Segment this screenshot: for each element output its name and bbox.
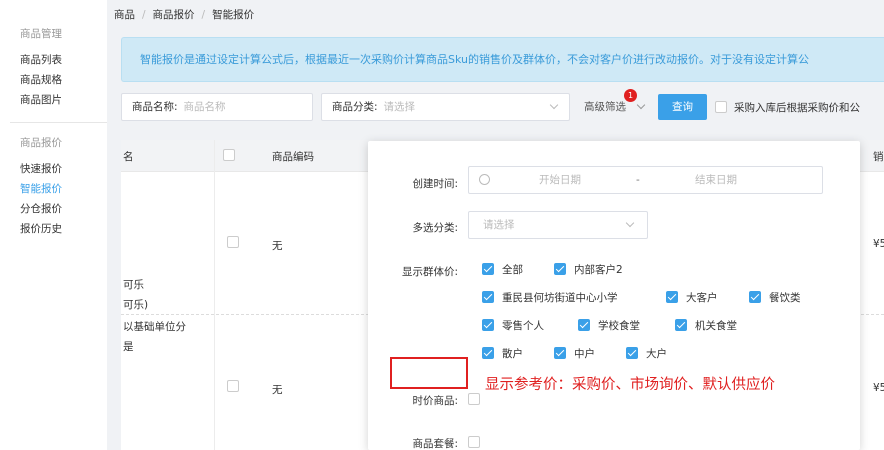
row-checkbox[interactable] <box>227 380 239 392</box>
row-checkbox[interactable] <box>227 236 239 248</box>
sidebar: 商品管理 商品列表 商品规格 商品图片 商品报价 快速报价 智能报价 分仓报价 … <box>0 0 107 450</box>
date-range-picker[interactable]: 开始日期 - 结束日期 <box>468 166 823 194</box>
row-1-name-line: 可乐) <box>123 299 149 311</box>
sidebar-divider <box>10 122 107 123</box>
product-name-filter[interactable]: 商品名称: 商品名称 <box>121 93 313 121</box>
row-1-name-line: 是 <box>123 341 134 353</box>
group-option-checkbox[interactable]: 全部 <box>482 263 523 277</box>
time-price-checkbox[interactable] <box>468 393 480 405</box>
sidebar-item-product-spec[interactable]: 商品规格 <box>0 70 107 90</box>
sidebar-item-product-image[interactable]: 商品图片 <box>0 90 107 110</box>
product-name-label: 商品名称: <box>132 101 178 113</box>
group-option-checkbox[interactable]: 重民县何坊街道中心小学 <box>482 291 618 305</box>
breadcrumb-item-product[interactable]: 商品 <box>114 9 135 21</box>
product-category-select[interactable]: 商品分类: 请选择 <box>321 93 570 121</box>
highlight-box <box>390 357 468 389</box>
product-name-input[interactable]: 商品名称 <box>184 101 226 113</box>
sidebar-item-quick-quote[interactable]: 快速报价 <box>0 159 107 179</box>
advanced-filter-panel: 创建时间: 开始日期 - 结束日期 多选分类: 请选择 显示群体价: 全部 内部… <box>368 141 860 450</box>
breadcrumb-item-quote[interactable]: 商品报价 <box>153 9 195 21</box>
row-1-code: 无 <box>272 240 283 252</box>
row-2-price: ¥5 <box>873 382 884 394</box>
group-option-checkbox[interactable]: 餐饮类 <box>749 291 801 305</box>
reference-price-annotation: 显示参考价：采购价、市场询价、默认供应价 <box>485 377 775 393</box>
group-option-checkbox[interactable]: 大客户 <box>666 291 718 305</box>
product-category-placeholder: 请选择 <box>383 101 416 113</box>
group-option-checkbox[interactable]: 机关食堂 <box>675 319 737 333</box>
sidebar-item-warehouse-quote[interactable]: 分仓报价 <box>0 199 107 219</box>
created-time-label: 创建时间: <box>412 178 458 190</box>
clock-icon <box>479 174 490 185</box>
sidebar-group-title-product-management: 商品管理 <box>20 28 62 40</box>
group-price-label: 显示群体价: <box>401 266 458 278</box>
auto-quote-checkbox-row[interactable]: 采购入库后根据采购价和公 <box>715 100 860 115</box>
group-option-checkbox[interactable]: 内部客户2 <box>554 263 623 277</box>
chevron-down-icon <box>625 218 635 228</box>
date-range-separator: - <box>636 174 640 186</box>
row-1-name-line: 可乐 <box>123 279 144 291</box>
sidebar-group-title-product-quote: 商品报价 <box>20 137 62 149</box>
row-2-code: 无 <box>272 384 283 396</box>
group-option-checkbox[interactable]: 中户 <box>554 347 595 361</box>
select-all-checkbox[interactable] <box>223 149 235 161</box>
group-option-checkbox[interactable]: 学校食堂 <box>578 319 640 333</box>
sidebar-item-smart-quote[interactable]: 智能报价 <box>0 179 107 199</box>
multi-category-select[interactable]: 请选择 <box>468 211 648 239</box>
advanced-filter-toggle[interactable]: 高级筛选 <box>584 93 646 121</box>
advanced-filter-count-badge: 1 <box>624 89 637 102</box>
row-1-name-line: 以基础单位分 <box>123 321 186 333</box>
advanced-filter-label: 高级筛选 <box>584 101 626 113</box>
time-price-label: 时价商品: <box>412 395 458 407</box>
sidebar-item-quote-history[interactable]: 报价历史 <box>0 219 107 239</box>
end-date-input[interactable]: 结束日期 <box>695 167 737 193</box>
query-button[interactable]: 查询 <box>658 94 707 120</box>
chevron-down-icon <box>549 100 559 110</box>
header-name: 名 <box>123 151 134 163</box>
multi-category-label: 多选分类: <box>412 222 458 234</box>
info-notice: 智能报价是通过设定计算公式后，根据最近一次采购价计算商品Sku的销售价及群体价，… <box>121 37 884 82</box>
group-option-checkbox[interactable]: 零售个人 <box>482 319 544 333</box>
header-code: 商品编码 <box>272 151 314 163</box>
breadcrumb: 商品 / 商品报价 / 智能报价 <box>114 9 255 21</box>
start-date-input[interactable]: 开始日期 <box>539 167 581 193</box>
chevron-down-icon <box>636 100 646 110</box>
product-category-label: 商品分类: <box>332 101 378 113</box>
group-option-checkbox[interactable]: 大户 <box>626 347 667 361</box>
bundle-label: 商品套餐: <box>412 438 458 450</box>
group-option-checkbox[interactable]: 散户 <box>482 347 523 361</box>
header-sales: 销 <box>873 151 884 163</box>
sidebar-item-product-list[interactable]: 商品列表 <box>0 50 107 70</box>
auto-quote-label: 采购入库后根据采购价和公 <box>734 102 860 114</box>
breadcrumb-item-smart-quote: 智能报价 <box>212 9 255 21</box>
multi-category-placeholder: 请选择 <box>483 219 515 231</box>
auto-quote-checkbox[interactable] <box>715 101 727 113</box>
column-divider <box>214 140 215 450</box>
row-1-price: ¥5 <box>873 238 884 250</box>
bundle-checkbox[interactable] <box>468 436 480 448</box>
